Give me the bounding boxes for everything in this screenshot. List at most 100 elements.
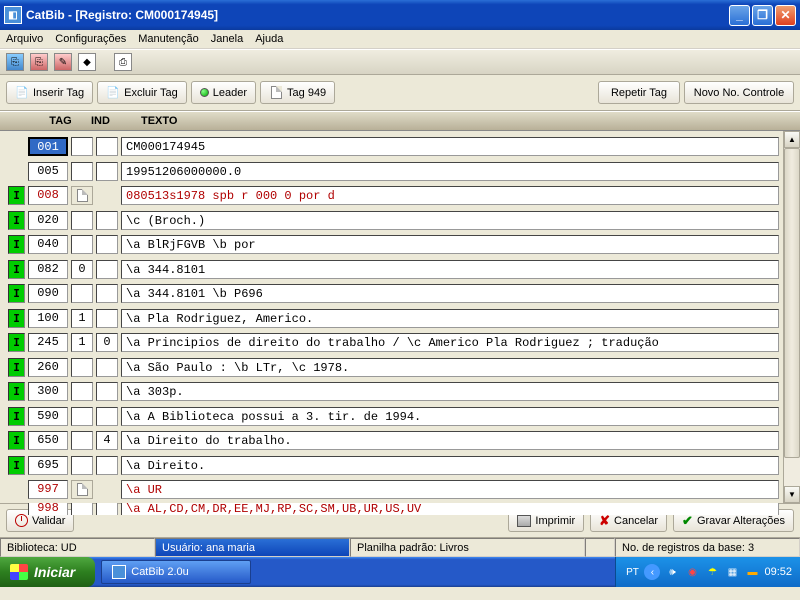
- toolbar-icon-1[interactable]: ⎘: [6, 53, 24, 71]
- indicator-2[interactable]: [96, 235, 118, 254]
- row-marker[interactable]: I: [8, 407, 25, 426]
- texto-field[interactable]: \a AL,CD,CM,DR,EE,MJ,RP,SC,SM,UB,UR,US,U…: [121, 503, 779, 515]
- indicator-2[interactable]: [96, 162, 118, 181]
- row-marker[interactable]: I: [8, 431, 25, 450]
- leader-button[interactable]: Leader: [191, 81, 256, 104]
- indicator-1[interactable]: 1: [71, 333, 93, 352]
- repetir-tag-button[interactable]: Repetir Tag: [598, 81, 680, 104]
- tray-lang[interactable]: PT: [624, 564, 640, 580]
- tag-field[interactable]: 082: [28, 260, 68, 279]
- close-button[interactable]: ✕: [775, 5, 796, 26]
- texto-field[interactable]: \a Principios de direito do trabalho / \…: [121, 333, 779, 352]
- menu-manutencao[interactable]: Manutenção: [138, 33, 199, 45]
- row-marker[interactable]: I: [8, 186, 25, 205]
- fixed-field-icon[interactable]: [71, 480, 93, 499]
- tag-field[interactable]: 040: [28, 235, 68, 254]
- indicator-1[interactable]: [71, 162, 93, 181]
- toolbar-icon-4[interactable]: ◆: [78, 53, 96, 71]
- menu-janela[interactable]: Janela: [211, 33, 243, 45]
- indicator-1[interactable]: [71, 284, 93, 303]
- indicator-2[interactable]: 4: [96, 431, 118, 450]
- texto-field[interactable]: 080513s1978 spb r 000 0 por d: [121, 186, 779, 205]
- tray-icon-6[interactable]: ▬: [744, 564, 760, 580]
- texto-field[interactable]: \a A Biblioteca possui a 3. tir. de 1994…: [121, 407, 779, 426]
- indicator-1[interactable]: [71, 431, 93, 450]
- tag-field[interactable]: 245: [28, 333, 68, 352]
- row-marker[interactable]: I: [8, 333, 25, 352]
- texto-field[interactable]: \a 303p.: [121, 382, 779, 401]
- start-button[interactable]: Iniciar: [0, 557, 95, 587]
- scroll-thumb[interactable]: [784, 148, 800, 458]
- texto-field[interactable]: 19951206000000.0: [121, 162, 779, 181]
- texto-field[interactable]: CM000174945: [121, 137, 779, 156]
- row-marker[interactable]: I: [8, 309, 25, 328]
- tag-field[interactable]: 260: [28, 358, 68, 377]
- indicator-1[interactable]: [71, 407, 93, 426]
- fixed-field-icon[interactable]: [71, 186, 93, 205]
- texto-field[interactable]: \a UR: [121, 480, 779, 499]
- excluir-tag-button[interactable]: 📄Excluir Tag: [97, 81, 187, 104]
- row-marker[interactable]: I: [8, 382, 25, 401]
- indicator-1[interactable]: [71, 235, 93, 254]
- texto-field[interactable]: \a Direito.: [121, 456, 779, 475]
- texto-field[interactable]: \a Pla Rodriguez, Americo.: [121, 309, 779, 328]
- minimize-button[interactable]: _: [729, 5, 750, 26]
- row-marker[interactable]: [8, 137, 25, 156]
- tag-field[interactable]: 997: [28, 480, 68, 499]
- tag949-button[interactable]: Tag 949: [260, 81, 335, 104]
- tag-field[interactable]: 695: [28, 456, 68, 475]
- scroll-up-button[interactable]: ▲: [784, 131, 800, 148]
- row-marker[interactable]: I: [8, 358, 25, 377]
- texto-field[interactable]: \c (Broch.): [121, 211, 779, 230]
- vertical-scrollbar[interactable]: ▲ ▼: [783, 131, 800, 503]
- tag-field[interactable]: 650: [28, 431, 68, 450]
- indicator-2[interactable]: [96, 309, 118, 328]
- taskbar-item-catbib[interactable]: CatBib 2.0u: [101, 560, 251, 584]
- indicator-2[interactable]: [96, 503, 118, 515]
- indicator-1[interactable]: [71, 137, 93, 156]
- tag-field[interactable]: 300: [28, 382, 68, 401]
- indicator-1[interactable]: [71, 358, 93, 377]
- menu-ajuda[interactable]: Ajuda: [255, 33, 283, 45]
- print-icon[interactable]: ⎙: [114, 53, 132, 71]
- indicator-2[interactable]: [96, 382, 118, 401]
- row-marker[interactable]: I: [8, 260, 25, 279]
- tag-field[interactable]: 100: [28, 309, 68, 328]
- texto-field[interactable]: \a BlRjFGVB \b por: [121, 235, 779, 254]
- toolbar-icon-2[interactable]: ⎘: [30, 53, 48, 71]
- indicator-2[interactable]: [96, 260, 118, 279]
- novo-controle-button[interactable]: Novo No. Controle: [684, 81, 794, 104]
- indicator-2[interactable]: [96, 211, 118, 230]
- tray-icon-4[interactable]: ☂: [704, 564, 720, 580]
- toolbar-icon-3[interactable]: ✎: [54, 53, 72, 71]
- tray-icon-3[interactable]: ◉: [684, 564, 700, 580]
- texto-field[interactable]: \a 344.8101: [121, 260, 779, 279]
- indicator-2[interactable]: 0: [96, 333, 118, 352]
- tray-icon-1[interactable]: ‹: [644, 564, 660, 580]
- row-marker[interactable]: [8, 503, 25, 515]
- row-marker[interactable]: I: [8, 211, 25, 230]
- tag-field[interactable]: 590: [28, 407, 68, 426]
- tag-field[interactable]: 090: [28, 284, 68, 303]
- tag-field[interactable]: 001: [28, 137, 68, 156]
- scroll-track[interactable]: [784, 148, 800, 486]
- inserir-tag-button[interactable]: 📄Inserir Tag: [6, 81, 93, 104]
- indicator-1[interactable]: [71, 382, 93, 401]
- indicator-2[interactable]: [96, 456, 118, 475]
- row-marker[interactable]: I: [8, 456, 25, 475]
- texto-field[interactable]: \a Direito do trabalho.: [121, 431, 779, 450]
- maximize-button[interactable]: ❐: [752, 5, 773, 26]
- menu-configuracoes[interactable]: Configurações: [55, 33, 126, 45]
- row-marker[interactable]: [8, 480, 25, 499]
- row-marker[interactable]: I: [8, 284, 25, 303]
- scroll-down-button[interactable]: ▼: [784, 486, 800, 503]
- tray-icon-5[interactable]: ▦: [724, 564, 740, 580]
- texto-field[interactable]: \a 344.8101 \b P696: [121, 284, 779, 303]
- menu-arquivo[interactable]: Arquivo: [6, 33, 43, 45]
- indicator-2[interactable]: [96, 358, 118, 377]
- indicator-1[interactable]: [71, 456, 93, 475]
- tag-field[interactable]: 020: [28, 211, 68, 230]
- tray-clock[interactable]: 09:52: [764, 566, 792, 578]
- tag-field[interactable]: 998: [28, 503, 68, 515]
- texto-field[interactable]: \a São Paulo : \b LTr, \c 1978.: [121, 358, 779, 377]
